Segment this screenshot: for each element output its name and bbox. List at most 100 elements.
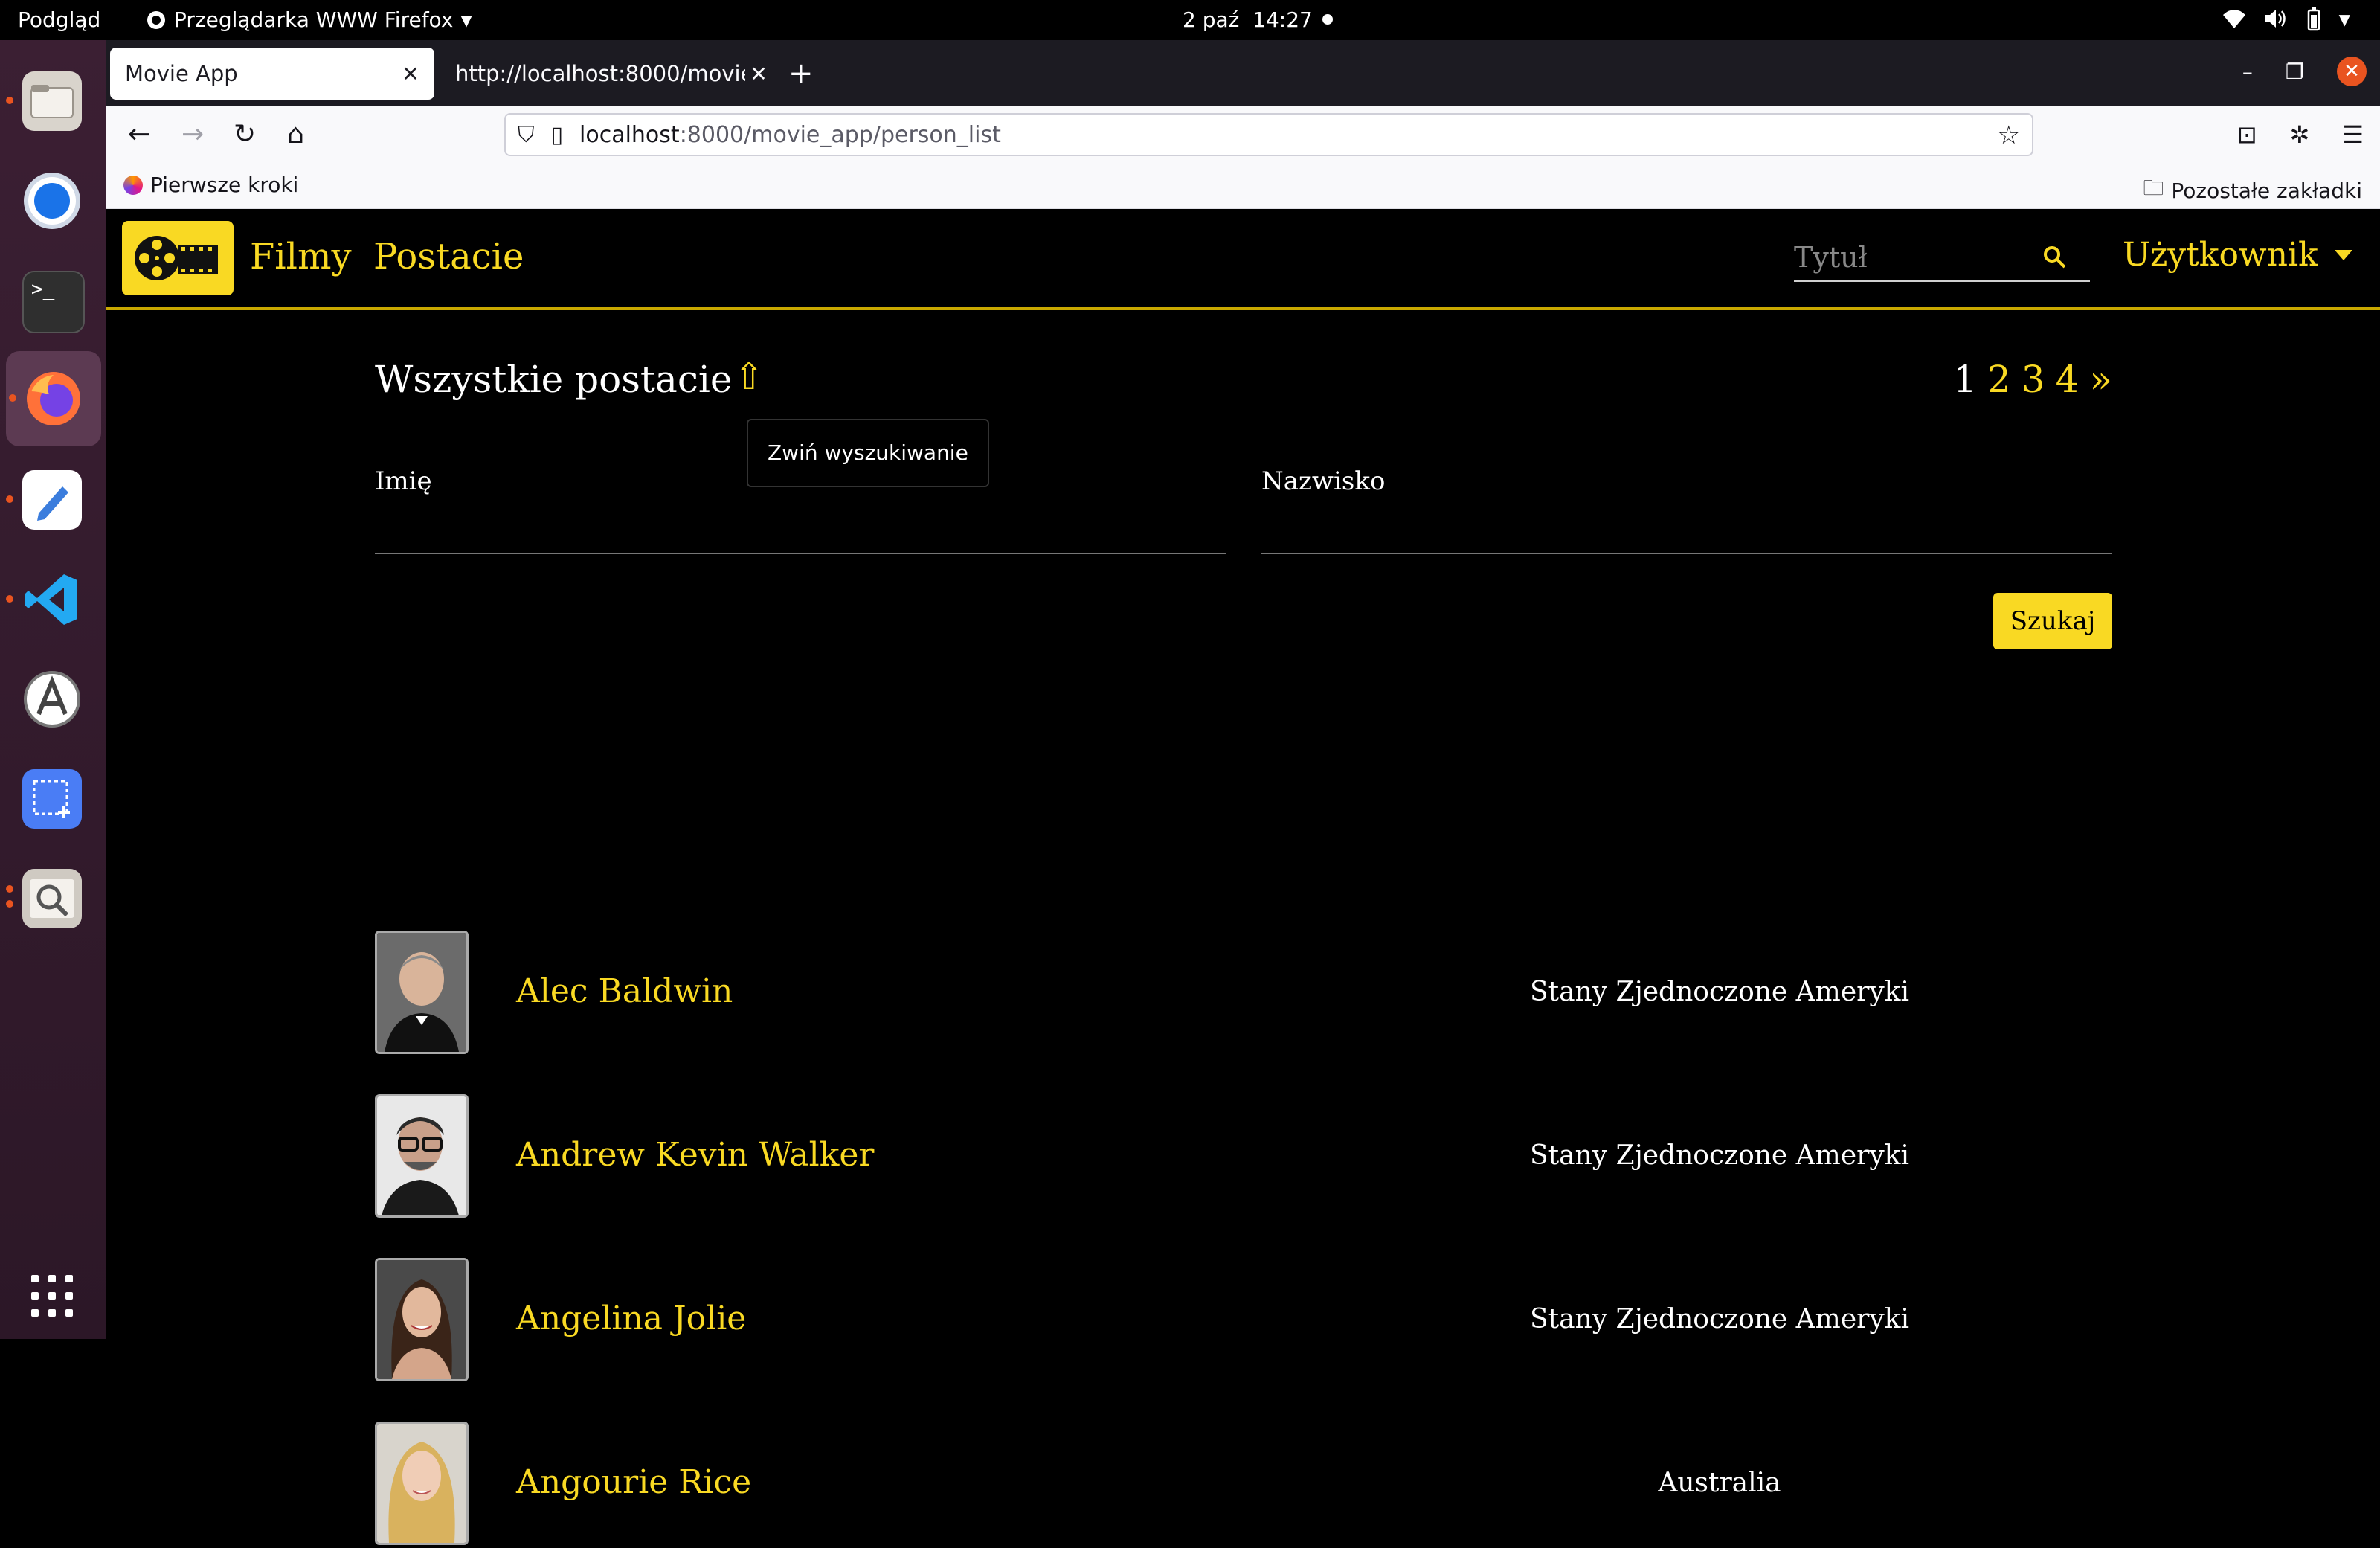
url-path: :8000/movie_app/person_list <box>679 121 1001 148</box>
list-item: Angelina Jolie Stany Zjednoczone Ameryki <box>375 1258 2112 1384</box>
bookmark-label: Pierwsze kroki <box>150 173 299 197</box>
menu-hamburger-icon[interactable]: ☰ <box>2342 121 2364 149</box>
tab-title: Movie App <box>125 61 238 86</box>
collapse-search-arrow-icon[interactable]: ⇧ <box>733 355 765 398</box>
reload-icon[interactable]: ↻ <box>234 119 256 150</box>
running-indicator <box>6 900 13 908</box>
battery-icon <box>2307 7 2320 31</box>
page-title: Wszystkie postacie <box>375 358 733 401</box>
dock-text-editor[interactable] <box>6 464 88 536</box>
chevron-down-icon: ▼ <box>460 10 472 29</box>
vscode-icon <box>22 570 82 629</box>
dock-files[interactable] <box>6 65 88 137</box>
url-bar[interactable]: ⛉ ▯ localhost:8000/movie_app/person_list… <box>504 113 2033 156</box>
home-icon[interactable]: ⌂ <box>287 119 304 150</box>
firefox-icon <box>24 369 83 428</box>
search-icon[interactable] <box>2042 245 2068 270</box>
pagination: 1 2 3 4 » <box>1953 358 2112 401</box>
avatar[interactable] <box>375 931 469 1054</box>
person-name-link[interactable]: Angourie Rice <box>516 1463 751 1501</box>
avatar[interactable] <box>375 1094 469 1218</box>
clock[interactable]: 2 paź 14:27 <box>1183 7 1313 32</box>
bookmark-star-icon[interactable]: ☆ <box>1998 121 2020 150</box>
bookmark-first-steps[interactable]: Pierwsze kroki <box>123 173 298 197</box>
tooltip: Zwiń wyszukiwanie <box>747 419 989 487</box>
clock-time: 14:27 <box>1252 7 1313 32</box>
film-logo-icon[interactable] <box>122 221 234 295</box>
shield-icon[interactable]: ⛉ <box>518 122 535 148</box>
software-store-icon <box>22 669 82 729</box>
restore-icon[interactable]: ❐ <box>2286 60 2304 84</box>
caret-down-icon <box>2334 249 2352 260</box>
dock-vscode[interactable] <box>6 564 88 635</box>
page-link[interactable]: 3 <box>2022 358 2045 401</box>
bookmarks-bar: Pierwsze kroki 🗀 Pozostałe zakładki <box>106 167 2380 209</box>
page-current: 1 <box>1953 358 1977 401</box>
pocket-icon[interactable]: ⊡ <box>2237 121 2257 149</box>
bookmark-label: Pozostałe zakładki <box>2171 178 2362 203</box>
minimize-icon[interactable]: – <box>2242 60 2253 84</box>
system-top-bar: Podgląd Przeglądarka WWW Firefox ▼ 2 paź… <box>0 0 2380 40</box>
page-link[interactable]: 4 <box>2056 358 2080 401</box>
first-name-input[interactable] <box>375 504 1226 548</box>
tab-bar: Movie App ✕ http://localhost:8000/movie_… <box>106 40 2380 106</box>
extension-icon[interactable]: ✲ <box>2290 121 2310 149</box>
avatar[interactable] <box>375 1422 469 1545</box>
tab-localhost[interactable]: http://localhost:8000/movie_ ✕ <box>440 48 782 100</box>
tab-movie-app[interactable]: Movie App ✕ <box>110 48 434 100</box>
back-arrow-icon[interactable]: ← <box>128 119 150 150</box>
title-search <box>1794 239 2090 282</box>
close-icon[interactable]: ✕ <box>745 62 772 86</box>
avatar[interactable] <box>375 1258 469 1381</box>
navigation-toolbar: ← → ↻ ⌂ ⛉ ▯ localhost:8000/movie_app/per… <box>106 106 2380 167</box>
nav-films[interactable]: Filmy <box>250 236 352 277</box>
url-host: localhost <box>579 121 680 148</box>
page-icon[interactable]: ▯ <box>551 122 564 148</box>
system-tray[interactable]: ▼ <box>2222 7 2350 31</box>
page-next[interactable]: » <box>2089 358 2112 401</box>
search-button[interactable]: Szukaj <box>1993 593 2112 649</box>
url-text[interactable]: localhost:8000/movie_app/person_list <box>579 122 1001 148</box>
screenshot-icon <box>22 769 82 829</box>
new-tab-plus-icon[interactable]: + <box>788 57 814 91</box>
list-item: Andrew Kevin Walker Stany Zjednoczone Am… <box>375 1094 2112 1221</box>
chevron-down-icon: ▼ <box>2338 10 2350 28</box>
last-name-underline <box>1261 553 2112 554</box>
title-search-input[interactable] <box>1794 239 2032 276</box>
nav-characters[interactable]: Postacie <box>373 236 524 277</box>
dock-software[interactable] <box>16 664 88 735</box>
show-apps-button[interactable] <box>16 1260 88 1332</box>
person-country: Australia <box>1658 1468 1781 1498</box>
forward-arrow-icon[interactable]: → <box>181 119 204 150</box>
active-app-name: Przeglądarka WWW Firefox <box>174 7 454 32</box>
person-country: Stany Zjednoczone Ameryki <box>1530 1140 1909 1171</box>
active-app-menu[interactable]: Przeglądarka WWW Firefox ▼ <box>146 7 472 32</box>
first-name-underline <box>375 553 1226 554</box>
text-editor-icon <box>22 470 82 530</box>
person-name-link[interactable]: Angelina Jolie <box>516 1300 746 1337</box>
person-name-link[interactable]: Andrew Kevin Walker <box>516 1136 874 1174</box>
dock-image-viewer[interactable] <box>6 863 88 934</box>
dock-screenshot[interactable] <box>16 763 88 835</box>
person-name-link[interactable]: Alec Baldwin <box>516 972 733 1010</box>
first-name-label: Imię <box>375 466 432 496</box>
volume-icon <box>2264 10 2286 28</box>
wifi-icon <box>2222 10 2245 28</box>
close-icon[interactable]: ✕ <box>397 62 424 86</box>
user-menu[interactable]: Użytkownik <box>2123 236 2352 274</box>
dock-firefox[interactable] <box>6 351 101 446</box>
firefox-bookmark-icon <box>123 175 143 195</box>
page-link[interactable]: 2 <box>1987 358 2011 401</box>
chrome-icon <box>22 171 82 231</box>
window-close-icon[interactable]: ✕ <box>2337 57 2367 86</box>
notification-dot-icon <box>1322 14 1333 25</box>
clock-date: 2 paź <box>1183 7 1240 32</box>
list-item: Angourie Rice Australia <box>375 1422 2112 1548</box>
dock-terminal[interactable]: >_ <box>16 265 88 336</box>
site-header: Filmy Postacie Użytkownik <box>106 209 2380 310</box>
activities-label[interactable]: Podgląd <box>18 7 100 32</box>
last-name-input[interactable] <box>1261 504 2112 548</box>
running-indicator <box>6 595 13 603</box>
other-bookmarks[interactable]: 🗀 Pozostałe zakładki <box>2143 173 2362 208</box>
dock-chrome[interactable] <box>16 165 88 237</box>
